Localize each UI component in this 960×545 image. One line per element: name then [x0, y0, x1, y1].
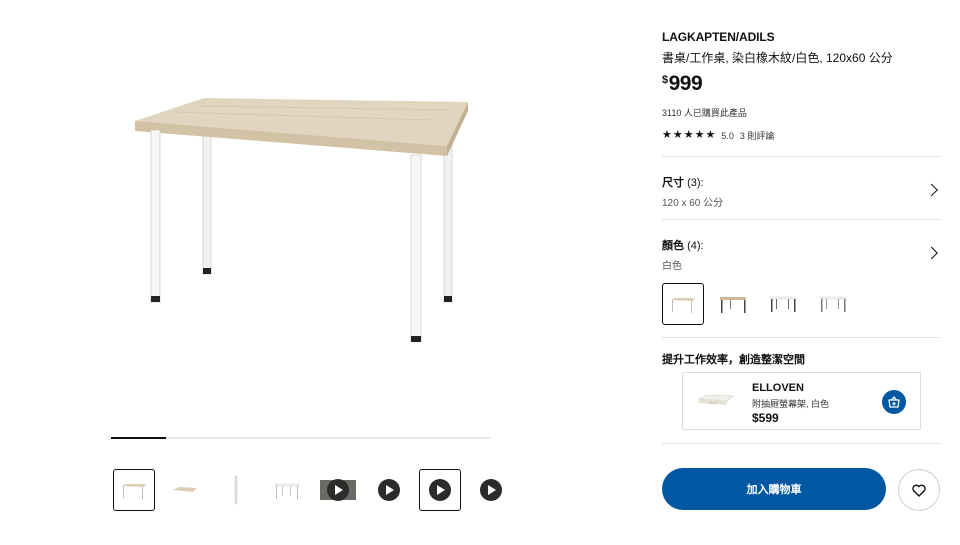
- thumbnail-desk-white[interactable]: [266, 469, 308, 511]
- play-icon: [378, 479, 400, 501]
- video-preview: [320, 479, 356, 501]
- product-description: 書桌/工作桌, 染白橡木紋/白色, 120x60 公分: [662, 51, 893, 65]
- gallery-progress-track[interactable]: [111, 437, 491, 439]
- thumbnail-video-4[interactable]: [470, 469, 512, 511]
- thumbnail-video-3[interactable]: [419, 469, 461, 511]
- promo-item-desc: 附抽屜螢幕架, 白色: [752, 399, 830, 409]
- thumbnail-video-1[interactable]: [317, 469, 359, 511]
- thumbnail-leg[interactable]: [215, 469, 257, 511]
- promo-title: 提升工作效率，創造整潔空間: [662, 354, 805, 366]
- product-main-image[interactable]: [111, 60, 491, 380]
- purchase-count: 3110 人已購買此產品: [662, 108, 747, 118]
- divider: [662, 337, 940, 338]
- swatch-white[interactable]: [812, 283, 854, 325]
- star-icon: ★: [683, 129, 694, 141]
- divider: [662, 443, 940, 444]
- color-swatches: [662, 283, 854, 325]
- product-name: LAGKAPTEN/ADILS: [662, 30, 775, 44]
- monitor-stand-icon: [697, 394, 734, 405]
- desk-thumb-icon: [122, 484, 146, 499]
- price-value: 999: [668, 72, 703, 95]
- thumbnail-tabletop[interactable]: [164, 469, 206, 511]
- basket-icon: [888, 395, 900, 408]
- promo-item-name: ELLOVEN: [752, 382, 804, 394]
- size-label: 尺寸 (3):: [662, 177, 704, 189]
- swatch-oak-white[interactable]: [662, 283, 704, 325]
- play-icon: [480, 479, 502, 501]
- promo-item-price: $599: [752, 411, 779, 425]
- size-value: 120 x 60 公分: [662, 198, 724, 209]
- star-icon: ★: [662, 129, 672, 141]
- play-icon: [429, 479, 451, 501]
- tabletop-thumb-icon: [173, 487, 197, 492]
- gallery-thumbnails: [113, 469, 521, 511]
- thumbnail-desk-oak[interactable]: [113, 469, 155, 511]
- desk-white-thumb-icon: [274, 483, 300, 499]
- heart-icon: [912, 484, 926, 497]
- promo-card[interactable]: ELLOVEN 附抽屜螢幕架, 白色 $599: [682, 372, 921, 430]
- rating-stars: ★ ★ ★ ★ ★: [662, 130, 715, 141]
- rating-score: 5.0: [721, 130, 734, 141]
- product-price: $999: [662, 72, 940, 96]
- product-info-panel: LAGKAPTEN/ADILS 書桌/工作桌, 染白橡木紋/白色, 120x60…: [662, 30, 940, 142]
- color-label: 顏色 (4):: [662, 240, 704, 252]
- swatch-white-black[interactable]: [762, 283, 804, 325]
- gallery-progress-fill: [111, 437, 167, 439]
- desk-swatch-icon: [720, 297, 746, 313]
- swatch-oak-dark[interactable]: [712, 283, 754, 325]
- currency-symbol: $: [662, 74, 668, 86]
- desk-swatch-icon: [671, 298, 695, 313]
- add-to-cart-button[interactable]: 加入購物車: [662, 468, 886, 510]
- color-value: 白色: [662, 261, 682, 272]
- review-count: 3 則評論: [739, 131, 775, 141]
- divider: [662, 219, 940, 220]
- promo-product-image: [697, 393, 735, 414]
- desk-swatch-icon: [819, 296, 847, 312]
- divider: [662, 156, 940, 157]
- play-icon: [327, 479, 349, 501]
- star-icon: ★: [705, 129, 716, 141]
- add-to-cart-small-button[interactable]: [882, 390, 906, 414]
- desk-swatch-icon: [769, 296, 797, 312]
- rating-summary[interactable]: ★ ★ ★ ★ ★ 5.0 3 則評論: [662, 129, 940, 142]
- size-selector[interactable]: 尺寸 (3): 120 x 60 公分: [662, 174, 940, 209]
- thumbnail-video-2[interactable]: [368, 469, 410, 511]
- star-icon: ★: [672, 129, 683, 141]
- desk-illustration: [135, 98, 468, 342]
- favorite-button[interactable]: [898, 469, 940, 511]
- color-selector[interactable]: 顏色 (4): 白色: [662, 237, 940, 272]
- star-icon: ★: [694, 129, 705, 141]
- leg-thumb-icon: [234, 475, 238, 505]
